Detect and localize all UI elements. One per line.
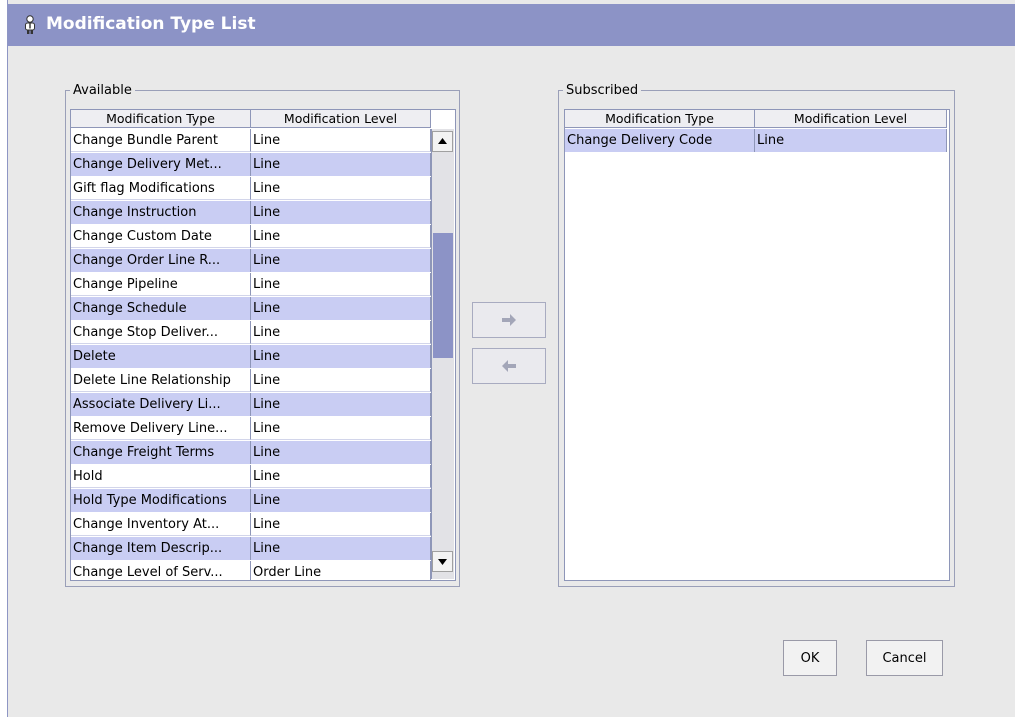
available-scrollbar[interactable] [431, 129, 454, 579]
modification-level-cell: Line [251, 489, 431, 512]
modification-level-cell: Line [251, 465, 431, 488]
table-row[interactable]: Change Freight Terms Line [71, 441, 431, 465]
triangle-up-icon [438, 138, 447, 144]
modification-type-cell: Remove Delivery Line... [71, 417, 251, 440]
add-to-subscribed-button[interactable] [472, 302, 546, 338]
table-row[interactable]: Delete Line Relationship Line [71, 369, 431, 393]
table-row[interactable]: Change Delivery Met... Line [71, 153, 431, 177]
modification-level-cell: Line [251, 417, 431, 440]
modification-level-cell: Line [755, 129, 947, 152]
modification-level-cell: Line [251, 201, 431, 224]
person-icon [25, 15, 35, 34]
modification-level-cell: Line [251, 441, 431, 464]
modification-level-cell: Line [251, 369, 431, 392]
table-row[interactable]: Change Stop Deliver... Line [71, 321, 431, 345]
table-row[interactable]: Change Level of Serv... Order Line [71, 561, 431, 580]
modification-type-cell: Change Bundle Parent [71, 129, 251, 152]
table-row[interactable]: Change Item Descrip... Line [71, 537, 431, 561]
modification-type-cell: Change Instruction [71, 201, 251, 224]
table-row[interactable]: Change Instruction Line [71, 201, 431, 225]
modification-level-cell: Line [251, 153, 431, 176]
modification-type-cell: Hold Type Modifications [71, 489, 251, 512]
available-table[interactable]: Modification Type Modification Level Cha… [70, 109, 456, 581]
column-header-modification-type[interactable]: Modification Type [565, 110, 755, 128]
modification-type-cell: Delete Line Relationship [71, 369, 251, 392]
table-row[interactable]: Change Custom Date Line [71, 225, 431, 249]
modification-type-cell: Associate Delivery Li... [71, 393, 251, 416]
modification-level-cell: Order Line [251, 561, 431, 580]
subscribed-table-body: Change Delivery Code Line [565, 129, 947, 153]
modification-type-cell: Change Custom Date [71, 225, 251, 248]
table-row[interactable]: Hold Line [71, 465, 431, 489]
modification-type-cell: Change Pipeline [71, 273, 251, 296]
modification-type-cell: Delete [71, 345, 251, 368]
title-bar: Modification Type List [8, 4, 1015, 46]
table-row[interactable]: Gift flag Modifications Line [71, 177, 431, 201]
modification-level-cell: Line [251, 393, 431, 416]
dialog-content: Available Modification Type Modification… [8, 46, 1015, 717]
subscribed-table[interactable]: Modification Type Modification Level Cha… [564, 109, 950, 581]
cancel-button[interactable]: Cancel [866, 640, 943, 676]
subscribed-table-header: Modification Type Modification Level [565, 110, 947, 129]
table-row[interactable]: Hold Type Modifications Line [71, 489, 431, 513]
table-row[interactable]: Change Delivery Code Line [565, 129, 947, 153]
modification-level-cell: Line [251, 537, 431, 560]
table-row[interactable]: Delete Line [71, 345, 431, 369]
modification-type-cell: Change Order Line R... [71, 249, 251, 272]
modification-type-cell: Change Schedule [71, 297, 251, 320]
arrow-right-icon [502, 314, 516, 326]
modification-type-cell: Gift flag Modifications [71, 177, 251, 200]
window-left-edge [0, 0, 8, 717]
modification-level-cell: Line [251, 177, 431, 200]
column-header-modification-type[interactable]: Modification Type [71, 110, 251, 128]
scroll-thumb[interactable] [433, 233, 453, 358]
modification-level-cell: Line [251, 297, 431, 320]
table-row[interactable]: Associate Delivery Li... Line [71, 393, 431, 417]
modification-level-cell: Line [251, 513, 431, 536]
modification-type-cell: Change Level of Serv... [71, 561, 251, 580]
table-row[interactable]: Change Pipeline Line [71, 273, 431, 297]
ok-button[interactable]: OK [783, 640, 837, 676]
modification-type-cell: Hold [71, 465, 251, 488]
modification-level-cell: Line [251, 321, 431, 344]
available-legend: Available [73, 83, 132, 98]
modification-type-cell: Change Inventory At... [71, 513, 251, 536]
column-header-modification-level[interactable]: Modification Level [755, 110, 947, 128]
modification-level-cell: Line [251, 345, 431, 368]
arrow-left-icon [502, 360, 516, 372]
modification-level-cell: Line [251, 273, 431, 296]
scroll-up-button[interactable] [432, 131, 453, 152]
available-table-body: Change Bundle Parent Line Change Delivery … [71, 129, 431, 580]
table-row[interactable]: Change Schedule Line [71, 297, 431, 321]
modification-type-cell: Change Item Descrip... [71, 537, 251, 560]
table-row[interactable]: Remove Delivery Line... Line [71, 417, 431, 441]
available-table-header: Modification Type Modification Level [71, 110, 431, 129]
scroll-down-button[interactable] [432, 551, 453, 572]
modification-level-cell: Line [251, 129, 431, 152]
modification-type-cell: Change Stop Deliver... [71, 321, 251, 344]
table-row[interactable]: Change Order Line R... Line [71, 249, 431, 273]
modification-type-cell: Change Freight Terms [71, 441, 251, 464]
modification-type-cell: Change Delivery Met... [71, 153, 251, 176]
column-header-modification-level[interactable]: Modification Level [251, 110, 431, 128]
remove-from-subscribed-button[interactable] [472, 348, 546, 384]
window-title: Modification Type List [46, 14, 256, 34]
modification-type-cell: Change Delivery Code [565, 129, 755, 152]
table-row[interactable]: Change Bundle Parent Line [71, 129, 431, 153]
modification-level-cell: Line [251, 225, 431, 248]
triangle-down-icon [438, 559, 447, 565]
subscribed-legend: Subscribed [566, 83, 639, 98]
modification-level-cell: Line [251, 249, 431, 272]
table-row[interactable]: Change Inventory At... Line [71, 513, 431, 537]
